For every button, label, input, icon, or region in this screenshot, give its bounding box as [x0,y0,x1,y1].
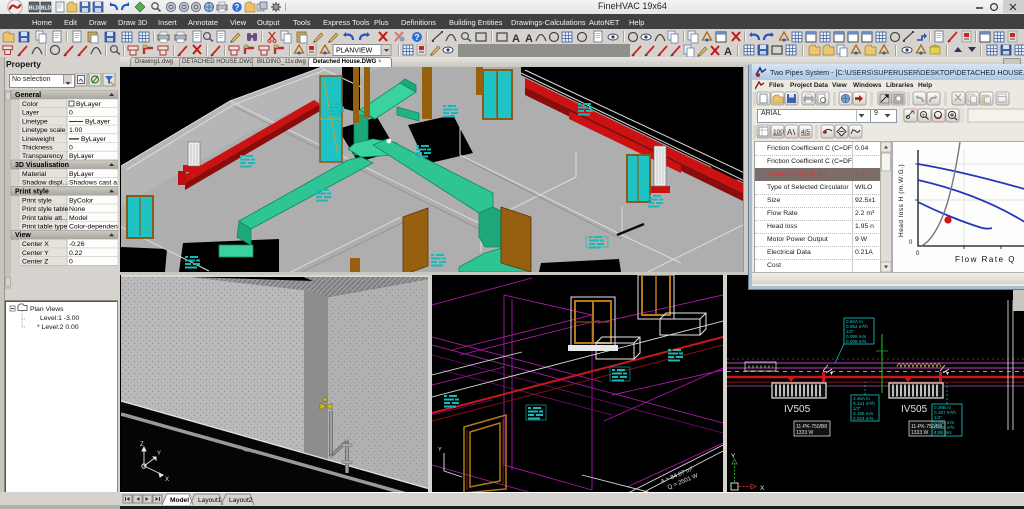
svg-text:Color-dependen...: Color-dependen... [69,224,118,231]
svg-text:0: 0 [909,240,913,246]
svg-text:Layout2: Layout2 [229,497,253,504]
svg-text:Model: Model [69,215,88,222]
svg-text:ByLayer: ByLayer [76,101,102,108]
svg-text:Y: Y [157,451,161,457]
svg-text:ByLayer: ByLayer [69,153,95,160]
svg-text:1.00: 1.00 [69,127,82,134]
svg-text:Center Z: Center Z [22,259,48,266]
svg-text:Print style: Print style [22,197,52,204]
svg-text:Z: Z [140,442,144,448]
svg-text:None: None [69,206,85,213]
svg-text:4.08 m/s: 4.08 m/s [934,430,952,435]
svg-text:IV505: IV505 [901,404,928,415]
svg-text:Linetype: Linetype [22,118,48,125]
svg-text:▾: ▾ [830,371,833,377]
svg-text:Center Y: Center Y [22,250,49,257]
svg-text:0.024 m³s: 0.024 m³s [853,416,874,421]
svg-text:Print style table: Print style table [22,206,69,213]
svg-text:Layer: Layer [22,110,40,117]
svg-text:Y: Y [731,453,736,460]
svg-text:A: A [787,128,793,137]
svg-text:ByLayer: ByLayer [69,171,95,178]
svg-text:Level:1 -3.00: Level:1 -3.00 [40,315,80,322]
svg-text:Thickness: Thickness [22,145,53,152]
svg-text:0: 0 [916,251,920,257]
svg-text:Model: Model [170,497,189,504]
svg-text:Lineweight: Lineweight [22,136,55,143]
svg-text:General: General [15,92,41,99]
svg-text:0: 0 [69,110,73,117]
svg-text:Flow Rate Q: Flow Rate Q [955,255,1016,264]
svg-text:±: ± [922,113,925,119]
svg-text:Linetype scale: Linetype scale [22,127,66,134]
svg-text:Material: Material [22,171,47,178]
svg-text:0.008 m³s: 0.008 m³s [846,339,867,344]
svg-text:Plan Views: Plan Views [30,306,64,313]
svg-text:Print table type: Print table type [22,224,68,231]
svg-text:* Level:2 0.00: * Level:2 0.00 [37,324,79,331]
svg-text:Print style: Print style [15,188,49,195]
svg-text:0: 0 [69,259,73,266]
svg-text:Layout1: Layout1 [198,497,222,504]
svg-text:ByLayer: ByLayer [81,136,107,143]
svg-text:Y: Y [438,447,442,453]
svg-text:1333 W: 1333 W [911,430,929,436]
svg-text:ByColor: ByColor [69,197,94,204]
svg-text:Shadows cast a..: Shadows cast a.. [69,180,118,187]
svg-text:Shadow displ...: Shadow displ... [22,180,68,187]
svg-text:Print table att...: Print table att... [22,215,68,222]
svg-text:PLANVIEW: PLANVIEW [336,48,373,55]
svg-text:X: X [760,485,765,492]
svg-text:IV505: IV505 [784,404,811,415]
svg-text:Head loss H (m.W.G.): Head loss H (m.W.G.) [898,164,905,237]
svg-text:3D Visualisation: 3D Visualisation [15,162,69,169]
svg-text:Center X: Center X [22,241,49,248]
svg-text:Transparency: Transparency [22,153,64,160]
svg-text:ByLayer: ByLayer [85,118,111,125]
svg-text:-0.26: -0.26 [69,241,85,248]
svg-text:View: View [15,232,31,239]
svg-text:0: 0 [69,145,73,152]
svg-text:X: X [165,477,169,483]
svg-text:0.22: 0.22 [69,250,82,257]
svg-text:1333 W: 1333 W [796,430,814,436]
svg-text:Color: Color [22,101,39,108]
svg-text:▾: ▾ [946,371,949,377]
